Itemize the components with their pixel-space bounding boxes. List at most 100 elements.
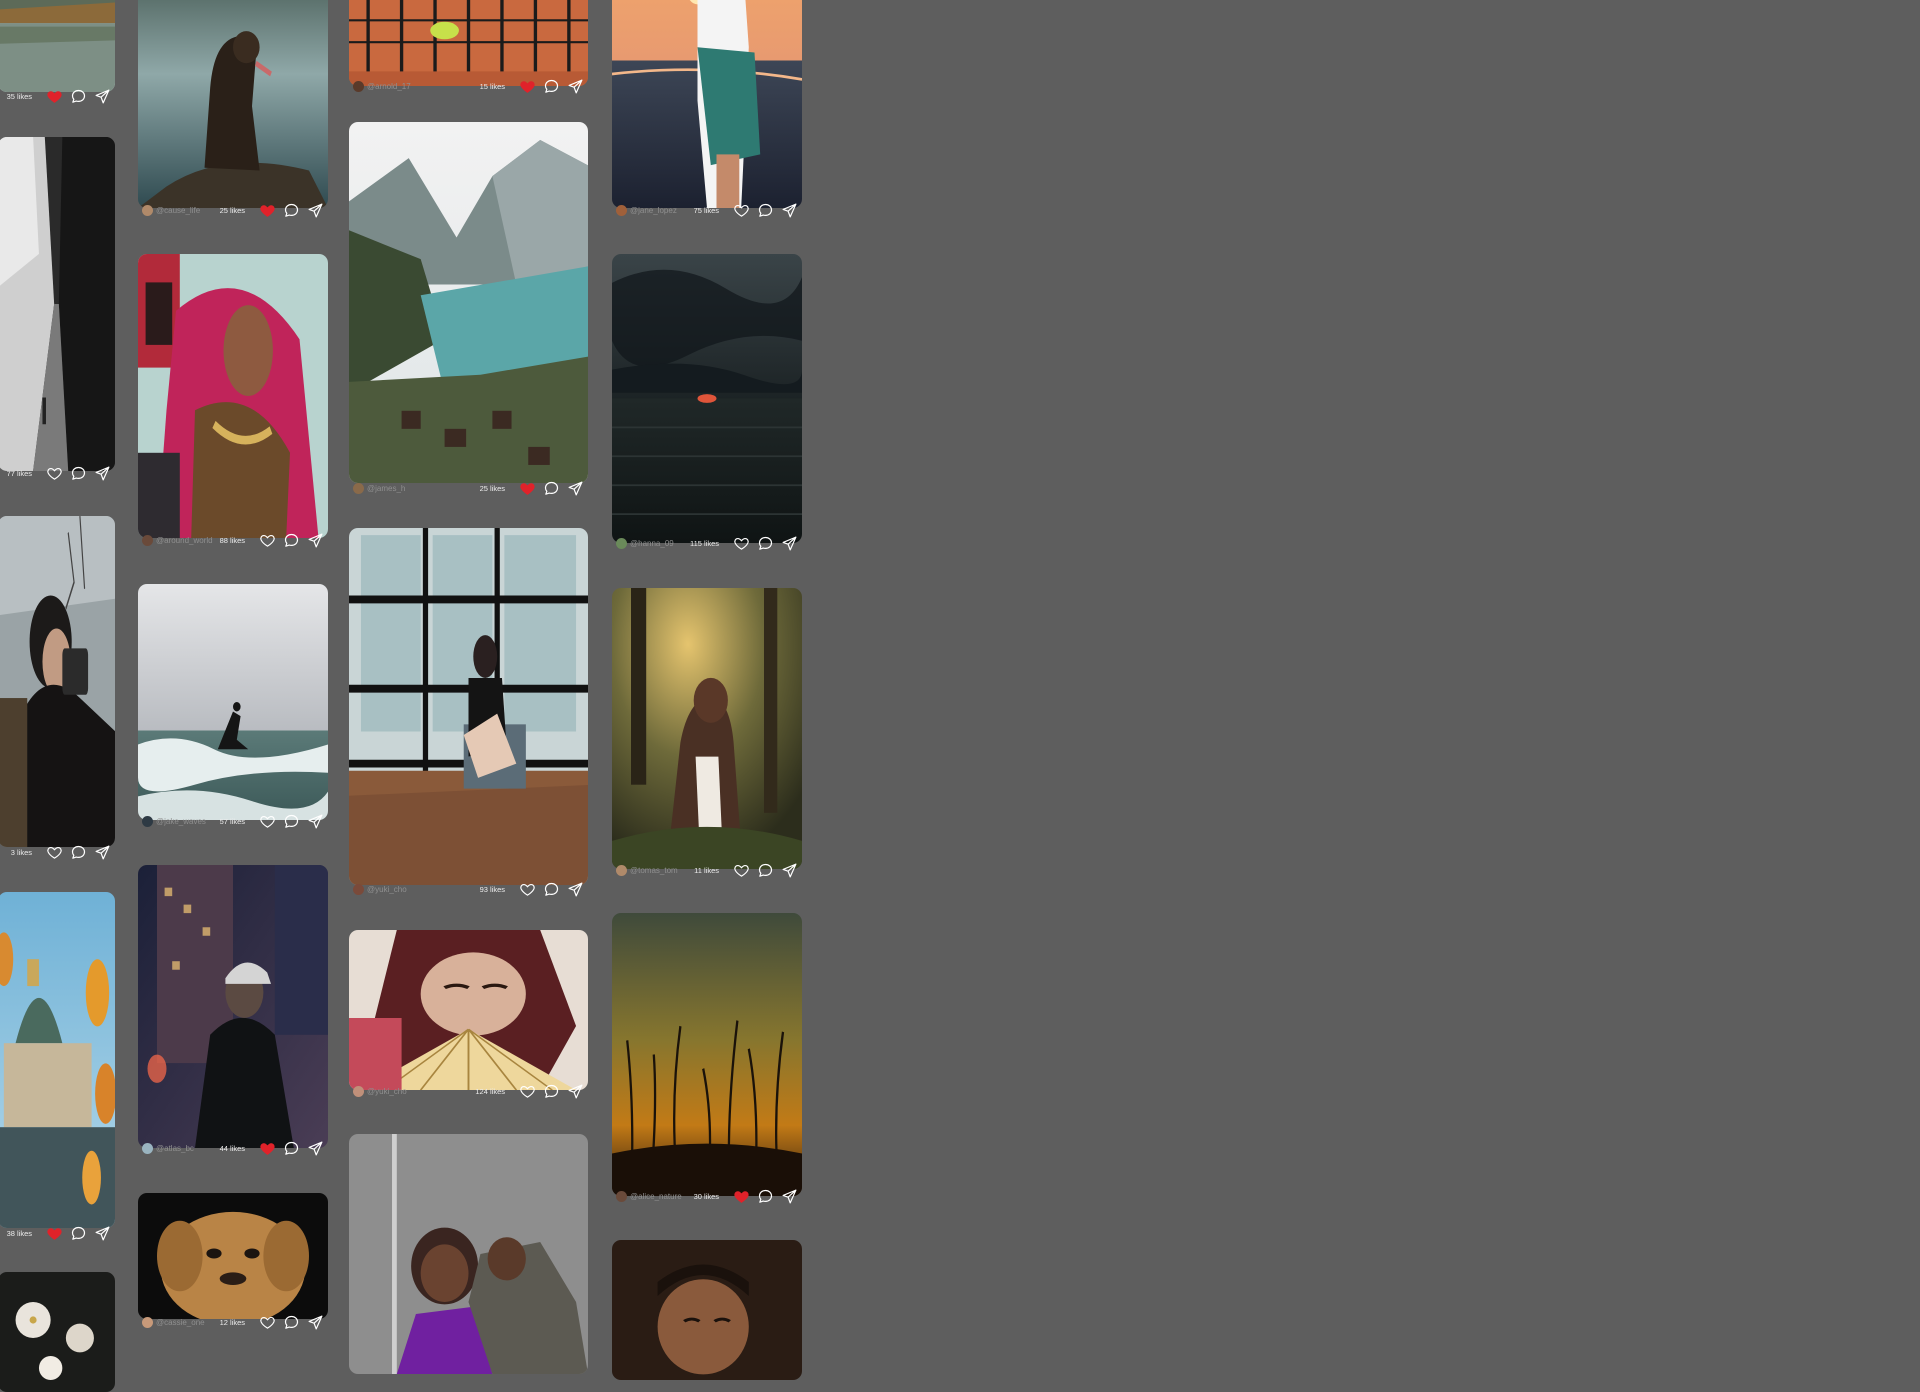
post-photo-golden-dog-portrait[interactable] <box>138 1193 328 1319</box>
comment-icon[interactable] <box>282 1313 300 1331</box>
avatar[interactable] <box>142 204 153 216</box>
post-photo-golden-grass-sunset[interactable] <box>612 913 802 1196</box>
post-photo-fjord-lake-valley[interactable] <box>349 122 588 483</box>
post-photo-paris-dome-autumn[interactable] <box>0 892 115 1228</box>
heart-filled-icon[interactable] <box>258 1139 276 1157</box>
heart-filled-icon[interactable] <box>518 77 536 95</box>
comment-icon[interactable] <box>69 87 87 105</box>
username[interactable]: @cassie_one <box>156 1318 205 1327</box>
send-icon[interactable] <box>93 843 111 861</box>
post-author[interactable]: @yuki_cho <box>353 883 407 895</box>
avatar[interactable] <box>616 537 627 549</box>
avatar[interactable] <box>353 1085 364 1097</box>
heart-icon[interactable] <box>732 201 750 219</box>
heart-icon[interactable] <box>518 880 536 898</box>
post-photo-woman-window-chair[interactable] <box>349 528 588 885</box>
comment-icon[interactable] <box>756 534 774 552</box>
post-photo-surfer-waves[interactable] <box>138 584 328 820</box>
post-photo-dog-on-rock-lake[interactable] <box>138 0 328 208</box>
post-author[interactable]: @tomas_tom <box>616 864 678 876</box>
heart-icon[interactable] <box>45 464 63 482</box>
send-icon[interactable] <box>780 861 798 879</box>
avatar[interactable] <box>616 204 627 216</box>
username[interactable]: @alice_nature <box>630 1192 682 1201</box>
send-icon[interactable] <box>93 1224 111 1242</box>
send-icon[interactable] <box>566 479 584 497</box>
heart-filled-icon[interactable] <box>45 87 63 105</box>
post-photo-woman-sunset-sea[interactable] <box>612 0 802 208</box>
post-photo-white-blossoms[interactable] <box>0 1272 115 1392</box>
heart-filled-icon[interactable] <box>45 1224 63 1242</box>
send-icon[interactable] <box>93 87 111 105</box>
heart-icon[interactable] <box>258 812 276 830</box>
username[interactable]: @atlas_bc <box>156 1144 194 1153</box>
comment-icon[interactable] <box>542 479 560 497</box>
username[interactable]: @yuki_cho <box>367 885 407 894</box>
username[interactable]: @hanna_09 <box>630 539 674 548</box>
comment-icon[interactable] <box>282 1139 300 1157</box>
heart-icon[interactable] <box>258 531 276 549</box>
username[interactable]: @yuki_cho <box>367 1087 407 1096</box>
post-photo-bearded-photographer[interactable] <box>0 516 115 847</box>
send-icon[interactable] <box>93 464 111 482</box>
username[interactable]: @cause_life <box>156 206 200 215</box>
post-author[interactable]: @atlas_bc <box>142 1142 194 1154</box>
send-icon[interactable] <box>306 1313 324 1331</box>
heart-filled-icon[interactable] <box>258 201 276 219</box>
heart-icon[interactable] <box>732 861 750 879</box>
comment-icon[interactable] <box>542 1082 560 1100</box>
send-icon[interactable] <box>306 812 324 830</box>
avatar[interactable] <box>142 1142 153 1154</box>
heart-icon[interactable] <box>45 843 63 861</box>
comment-icon[interactable] <box>756 1187 774 1205</box>
avatar[interactable] <box>142 534 153 546</box>
post-photo-man-dark-portrait[interactable] <box>612 1240 802 1380</box>
username[interactable]: @tomas_tom <box>630 866 678 875</box>
send-icon[interactable] <box>780 534 798 552</box>
username[interactable]: @arnold_17 <box>367 82 411 91</box>
post-author[interactable]: @cassie_one <box>142 1316 205 1328</box>
username[interactable]: @around_world <box>156 536 213 545</box>
post-photo-black-white-alley[interactable] <box>0 137 115 471</box>
send-icon[interactable] <box>566 880 584 898</box>
heart-icon[interactable] <box>518 1082 536 1100</box>
avatar[interactable] <box>353 482 364 494</box>
post-author[interactable]: @yuki_cho <box>353 1085 407 1097</box>
avatar[interactable] <box>142 1316 153 1328</box>
heart-filled-icon[interactable] <box>518 479 536 497</box>
comment-icon[interactable] <box>542 77 560 95</box>
send-icon[interactable] <box>306 531 324 549</box>
post-author[interactable]: @around_world <box>142 534 213 546</box>
avatar[interactable] <box>353 883 364 895</box>
username[interactable]: @jane_lopez <box>630 206 677 215</box>
post-photo-man-cap-night-city[interactable] <box>138 865 328 1148</box>
send-icon[interactable] <box>566 77 584 95</box>
post-author[interactable]: @arnold_17 <box>353 80 411 92</box>
avatar[interactable] <box>616 864 627 876</box>
post-author[interactable]: @jane_lopez <box>616 204 677 216</box>
heart-icon[interactable] <box>258 1313 276 1331</box>
comment-icon[interactable] <box>69 464 87 482</box>
post-photo-woman-pink-saree[interactable] <box>138 254 328 538</box>
post-author[interactable]: @hanna_09 <box>616 537 674 549</box>
post-photo-woman-fan-portrait[interactable] <box>349 930 588 1090</box>
avatar[interactable] <box>616 1190 627 1202</box>
post-author[interactable]: @cause_life <box>142 204 200 216</box>
avatar[interactable] <box>142 815 153 827</box>
post-author[interactable]: @alice_nature <box>616 1190 682 1202</box>
send-icon[interactable] <box>306 1139 324 1157</box>
comment-icon[interactable] <box>756 201 774 219</box>
comment-icon[interactable] <box>282 531 300 549</box>
send-icon[interactable] <box>566 1082 584 1100</box>
send-icon[interactable] <box>780 201 798 219</box>
post-photo-dark-sunset-ocean[interactable] <box>612 254 802 543</box>
post-photo-border-collie-forest[interactable] <box>612 588 802 869</box>
avatar[interactable] <box>353 80 364 92</box>
comment-icon[interactable] <box>542 880 560 898</box>
comment-icon[interactable] <box>69 1224 87 1242</box>
post-photo-smiling-couple[interactable] <box>349 1134 588 1374</box>
username[interactable]: @jake_waves <box>156 817 206 826</box>
send-icon[interactable] <box>780 1187 798 1205</box>
post-photo-lake-mountain-reflection[interactable] <box>0 0 115 92</box>
comment-icon[interactable] <box>282 812 300 830</box>
